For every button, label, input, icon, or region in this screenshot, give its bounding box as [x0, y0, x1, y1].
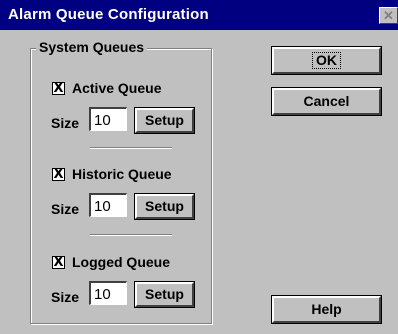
historic-size-label: Size [51, 201, 80, 217]
close-icon: ✕ [383, 8, 394, 23]
logged-size-label: Size [51, 289, 80, 305]
title-bar[interactable]: Alarm Queue Configuration ✕ [0, 0, 398, 30]
active-queue-label: Active Queue [72, 80, 162, 96]
alarm-queue-dialog: Alarm Queue Configuration ✕ System Queue… [0, 0, 398, 334]
logged-setup-button[interactable]: Setup [134, 281, 195, 308]
cancel-button[interactable]: Cancel [271, 87, 382, 116]
window-bottom-edge [0, 330, 398, 334]
checkbox-check-icon: X [53, 81, 64, 96]
active-queue-checkbox[interactable]: X [52, 82, 65, 95]
logged-size-input[interactable] [89, 281, 127, 305]
ok-button[interactable]: OK [271, 46, 382, 75]
ok-button-label: OK [312, 52, 341, 69]
checkbox-check-icon: X [53, 167, 64, 182]
help-button[interactable]: Help [271, 295, 382, 324]
separator [90, 147, 172, 149]
active-size-label: Size [51, 115, 80, 131]
historic-setup-button[interactable]: Setup [134, 193, 195, 220]
window-title: Alarm Queue Configuration [8, 6, 209, 23]
active-size-input[interactable] [89, 107, 127, 131]
logged-queue-checkbox[interactable]: X [52, 256, 65, 269]
group-title: System Queues [36, 39, 148, 55]
separator [90, 234, 172, 236]
checkbox-check-icon: X [53, 255, 64, 270]
active-setup-button[interactable]: Setup [134, 107, 195, 134]
close-button[interactable]: ✕ [379, 7, 398, 24]
logged-queue-label: Logged Queue [72, 254, 170, 270]
historic-queue-checkbox[interactable]: X [52, 168, 65, 181]
historic-queue-label: Historic Queue [72, 166, 172, 182]
historic-size-input[interactable] [89, 193, 127, 217]
